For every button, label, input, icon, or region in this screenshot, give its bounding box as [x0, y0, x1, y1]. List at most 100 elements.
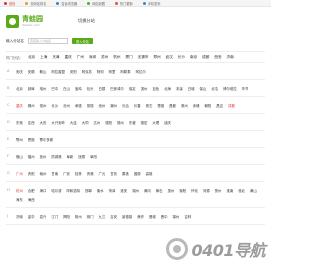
city-link[interactable]: 济南: [16, 214, 23, 219]
hot-city-link[interactable]: 深圳: [89, 55, 96, 60]
city-link[interactable]: 郴州: [28, 103, 35, 108]
city-link[interactable]: 承德: [75, 103, 82, 108]
hot-city-link[interactable]: 郑州: [153, 55, 160, 60]
city-link[interactable]: 广安: [63, 171, 70, 176]
city-link[interactable]: 果洛: [122, 171, 129, 176]
city-link[interactable]: 北海: [164, 86, 171, 91]
city-link[interactable]: 防城港: [51, 154, 61, 159]
city-link[interactable]: 大同: [82, 120, 89, 125]
city-link[interactable]: 广州: [16, 171, 23, 176]
city-link[interactable]: 杭州: [16, 188, 23, 193]
hot-city-link[interactable]: 苏州: [101, 55, 108, 60]
hot-city-link[interactable]: 长沙: [178, 55, 185, 60]
city-link[interactable]: 毕节: [242, 86, 249, 91]
city-link[interactable]: 白银: [98, 86, 105, 91]
city-link[interactable]: 本溪: [176, 86, 183, 91]
city-link[interactable]: 巴彦淖尔: [110, 86, 124, 91]
city-link[interactable]: 阿克苏: [82, 69, 92, 74]
city-link[interactable]: 德宏: [141, 120, 148, 125]
hot-city-link[interactable]: 厦门: [125, 55, 132, 60]
city-link[interactable]: 河源: [203, 188, 210, 193]
city-link[interactable]: 赣州: [40, 171, 47, 176]
city-link[interactable]: 甘南: [51, 171, 58, 176]
city-link[interactable]: 潮州: [110, 103, 117, 108]
city-link[interactable]: 崇左: [146, 103, 153, 108]
city-link[interactable]: 阿里: [109, 69, 116, 74]
city-link[interactable]: 阿坝: [97, 69, 104, 74]
city-link[interactable]: 安顺: [28, 69, 35, 74]
city-link[interactable]: 常州: [40, 103, 47, 108]
city-link[interactable]: 贵港: [87, 171, 94, 176]
city-link[interactable]: 鄂尔多斯: [40, 137, 54, 142]
city-link[interactable]: 东莞: [16, 120, 23, 125]
city-link[interactable]: 白城: [188, 86, 195, 91]
city-link[interactable]: 淮安: [120, 188, 127, 193]
site-logo[interactable]: 青蛙园 dxpoui.com: [6, 14, 64, 28]
city-link[interactable]: 成都: [228, 103, 235, 108]
city-link[interactable]: 大连: [70, 120, 77, 125]
city-link[interactable]: 晋中: [161, 214, 168, 219]
topbar-link[interactable]: 网站收藏: [87, 1, 105, 6]
hot-city-link[interactable]: 无锡市: [138, 55, 149, 60]
city-link[interactable]: 荆门: [87, 214, 94, 219]
city-link[interactable]: 阜阳: [90, 154, 97, 159]
city-link[interactable]: 抚州: [40, 154, 47, 159]
city-link[interactable]: 海东: [16, 197, 23, 202]
city-link[interactable]: 呼和浩特: [67, 188, 81, 193]
city-link[interactable]: 嘉兴: [40, 214, 47, 219]
city-link[interactable]: 焦作: [137, 214, 144, 219]
city-link[interactable]: 滁州: [181, 103, 188, 108]
city-link[interactable]: 吉林: [184, 214, 191, 219]
city-link[interactable]: 东营: [129, 120, 136, 125]
city-link[interactable]: 保山: [200, 86, 207, 91]
city-link[interactable]: 鞍山: [40, 69, 47, 74]
hot-city-link[interactable]: 北京: [28, 55, 35, 60]
city-link[interactable]: 湖州: [132, 188, 139, 193]
city-link[interactable]: 巴中: [51, 86, 58, 91]
city-link[interactable]: 佛山: [16, 154, 23, 159]
city-link[interactable]: 包头: [87, 86, 94, 91]
city-link[interactable]: 九江: [98, 214, 105, 219]
city-link[interactable]: 德阳: [105, 120, 112, 125]
hot-city-link[interactable]: 上海: [40, 55, 47, 60]
city-link[interactable]: 楚雄: [157, 103, 164, 108]
city-link[interactable]: 北京: [16, 86, 23, 91]
city-link[interactable]: 鄂州: [16, 137, 23, 142]
city-link[interactable]: 贵阳: [28, 171, 35, 176]
hot-city-link[interactable]: 成都: [202, 55, 209, 60]
topbar-link[interactable]: 手机发布: [142, 1, 161, 6]
enter-city-button[interactable]: 进入分站: [71, 38, 93, 44]
city-link[interactable]: 惠州: [168, 188, 175, 193]
city-link[interactable]: 怀化: [191, 188, 198, 193]
city-link[interactable]: 吉安: [110, 214, 117, 219]
city-link[interactable]: 安阳: [70, 69, 77, 74]
city-link[interactable]: 定西: [28, 120, 35, 125]
city-link[interactable]: 淮北: [238, 188, 245, 193]
city-link[interactable]: 贺州: [215, 188, 222, 193]
city-link[interactable]: 恩施: [28, 137, 35, 142]
hot-city-link[interactable]: 南京: [190, 55, 197, 60]
hot-city-link[interactable]: 天津: [52, 55, 59, 60]
topbar-link[interactable]: 去网站排名: [25, 1, 46, 6]
city-link[interactable]: 黄山: [250, 188, 257, 193]
city-link[interactable]: 金华: [28, 214, 35, 219]
city-link[interactable]: 哈尔滨: [51, 188, 61, 193]
city-link[interactable]: 北屯: [211, 86, 218, 91]
hot-city-link[interactable]: 重庆: [65, 55, 72, 60]
city-link[interactable]: 黄石: [156, 188, 163, 193]
city-link[interactable]: 迪庆: [164, 120, 171, 125]
city-link[interactable]: 常德: [87, 103, 94, 108]
city-search-input[interactable]: 直接输入分站名: [27, 38, 68, 44]
city-link[interactable]: 合肥: [28, 188, 35, 193]
city-link[interactable]: 昌吉: [216, 103, 223, 108]
hot-city-link[interactable]: 广州: [77, 55, 84, 60]
topbar-link[interactable]: 告诉浏览器: [56, 1, 77, 6]
city-link[interactable]: 海西: [28, 197, 35, 202]
city-link[interactable]: 长沙: [51, 103, 58, 108]
hot-city-link[interactable]: 济南: [227, 55, 234, 60]
city-link[interactable]: 大理: [152, 120, 159, 125]
topbar-link[interactable]: 首页: [4, 1, 15, 6]
city-link[interactable]: 安庆: [16, 69, 23, 74]
city-link[interactable]: 长春: [134, 103, 141, 108]
city-link[interactable]: 博尔塔拉: [223, 86, 237, 91]
